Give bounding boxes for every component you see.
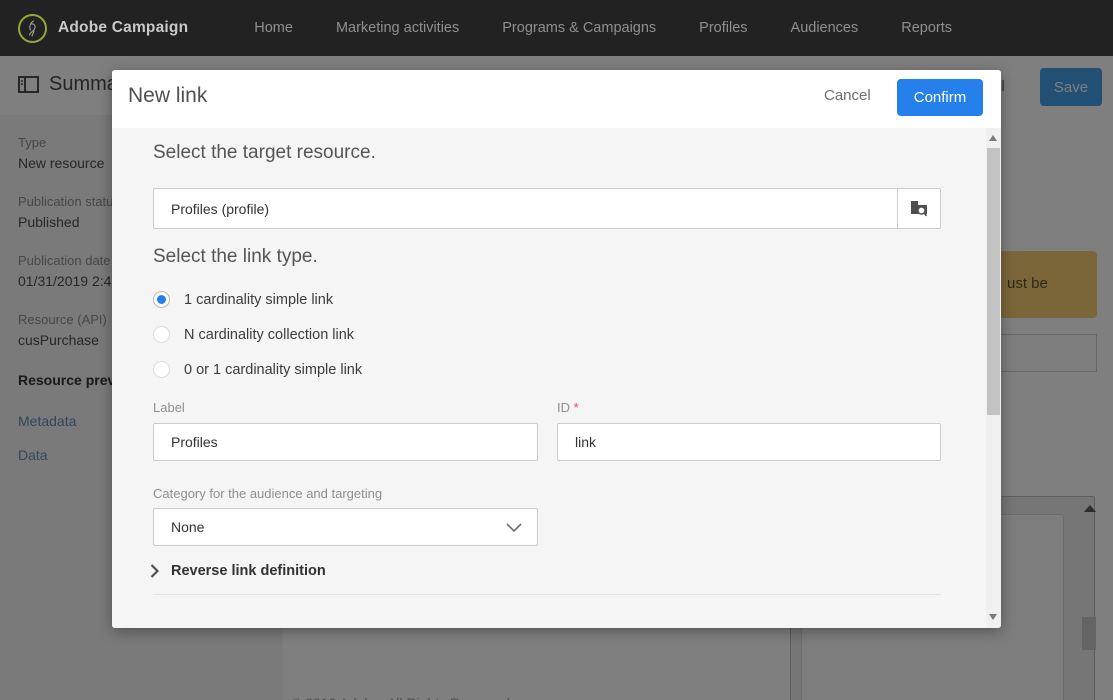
scrollbar-thumb[interactable] [987,148,1000,415]
label-field-label: Label [153,400,185,415]
nav-item-home[interactable]: Home [254,20,293,36]
dialog-header: New link Cancel Confirm [112,70,1001,128]
top-nav: Adobe Campaign Home Marketing activities… [0,0,1113,56]
target-resource-field-group [153,188,941,229]
radio-option-0-or-1-cardinality[interactable]: 0 or 1 cardinality simple link [153,361,362,378]
radio-unselected-icon[interactable] [153,326,170,343]
new-link-dialog: New link Cancel Confirm Select the targe… [112,70,1001,628]
adobe-campaign-logo-icon [18,14,47,43]
dialog-scrollbar[interactable] [986,128,1001,628]
browse-resource-button[interactable] [897,188,941,229]
cancel-button[interactable]: Cancel [824,87,871,104]
id-field-label: ID * [557,400,579,415]
category-select[interactable]: None [153,508,538,546]
reverse-link-definition-label: Reverse link definition [171,563,326,579]
brand-title: Adobe Campaign [58,19,188,37]
required-asterisk: * [574,400,579,415]
id-input[interactable] [557,423,941,461]
target-resource-heading: Select the target resource. [153,142,376,164]
target-resource-input[interactable] [153,188,897,229]
radio-selected-icon[interactable] [153,291,170,308]
radio-label: N cardinality collection link [184,327,354,343]
radio-option-1-cardinality[interactable]: 1 cardinality simple link [153,291,333,308]
radio-unselected-icon[interactable] [153,361,170,378]
scroll-up-icon[interactable] [989,135,997,141]
nav-menu: Home Marketing activities Programs & Cam… [254,20,952,36]
dialog-title: New link [128,84,207,108]
chevron-down-icon [506,523,522,532]
chevron-right-icon [150,564,159,578]
folder-search-icon [910,200,929,217]
scroll-down-icon[interactable] [989,614,997,620]
radio-label: 0 or 1 cardinality simple link [184,362,362,378]
confirm-button[interactable]: Confirm [897,79,983,116]
nav-item-audiences[interactable]: Audiences [791,20,859,36]
nav-item-programs-campaigns[interactable]: Programs & Campaigns [502,20,656,36]
nav-item-reports[interactable]: Reports [901,20,952,36]
section-divider [153,594,941,595]
nav-item-profiles[interactable]: Profiles [699,20,747,36]
id-label-text: ID [557,400,570,415]
radio-label: 1 cardinality simple link [184,292,333,308]
radio-option-n-cardinality[interactable]: N cardinality collection link [153,326,354,343]
nav-item-marketing-activities[interactable]: Marketing activities [336,20,459,36]
reverse-link-definition-toggle[interactable]: Reverse link definition [150,563,326,579]
category-selected-value: None [171,519,506,535]
label-input[interactable] [153,423,538,461]
category-field-label: Category for the audience and targeting [153,486,382,501]
link-type-heading: Select the link type. [153,246,318,268]
dialog-body: Select the target resource. Select the l… [112,128,986,628]
